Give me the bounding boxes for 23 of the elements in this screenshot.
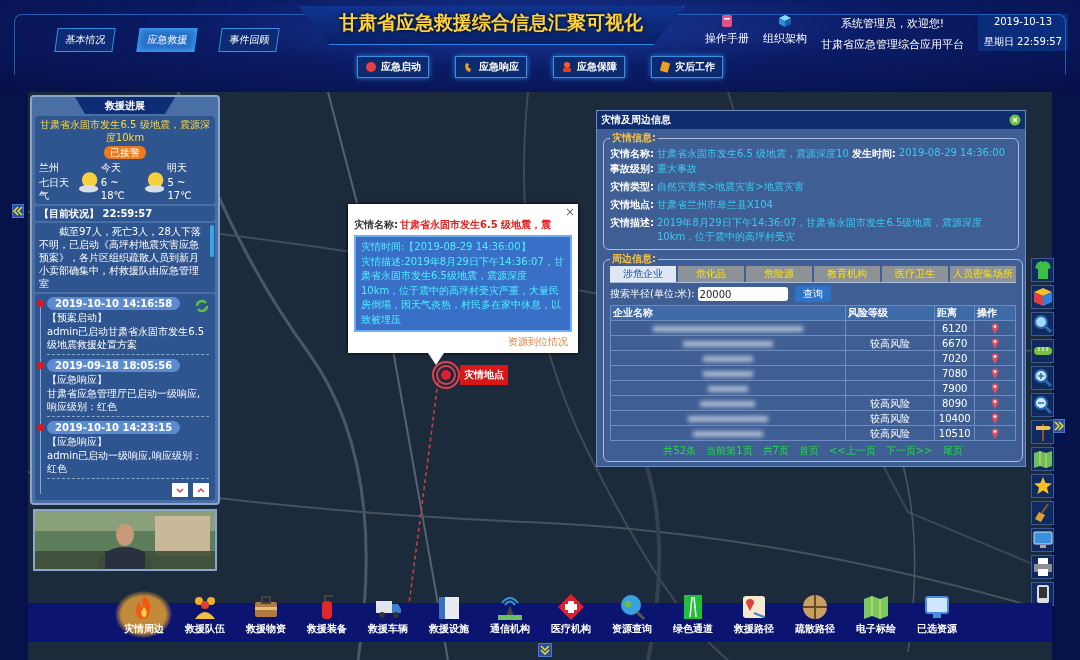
platform-name: 甘肃省应急管理综合应用平台: [820, 37, 964, 52]
collapse-left-button[interactable]: [12, 204, 24, 218]
alarm-icon: [365, 61, 377, 73]
notepad-icon: [659, 61, 671, 73]
double-chevron-icon: [13, 206, 23, 216]
nav-tab[interactable]: 应急救援: [136, 28, 198, 52]
collapse-right-button[interactable]: [1053, 419, 1065, 433]
cube-icon: [777, 14, 792, 28]
book-icon: [719, 14, 734, 28]
stage-button[interactable]: 灾后工作: [651, 56, 723, 78]
stage-button[interactable]: 应急启动: [357, 56, 429, 78]
stage-button[interactable]: 应急响应: [455, 56, 527, 78]
date-text: 2019-10-13: [993, 16, 1052, 27]
shortcut-button[interactable]: 组织架构: [762, 14, 807, 46]
nav-tab[interactable]: 事件回顾: [218, 28, 280, 52]
app-title: 甘肃省应急救援综合信息汇聚可视化: [298, 6, 685, 45]
double-chevron-icon: [1054, 421, 1064, 431]
stage-button[interactable]: 应急保障: [553, 56, 625, 78]
nav-tab[interactable]: 基本情况: [54, 28, 116, 52]
person-icon: [561, 61, 573, 73]
shortcut-button[interactable]: 操作手册: [704, 14, 749, 46]
greeting-text: 系统管理员，欢迎您!: [840, 16, 945, 31]
clock-text: 星期日 22:59:57: [983, 35, 1062, 49]
